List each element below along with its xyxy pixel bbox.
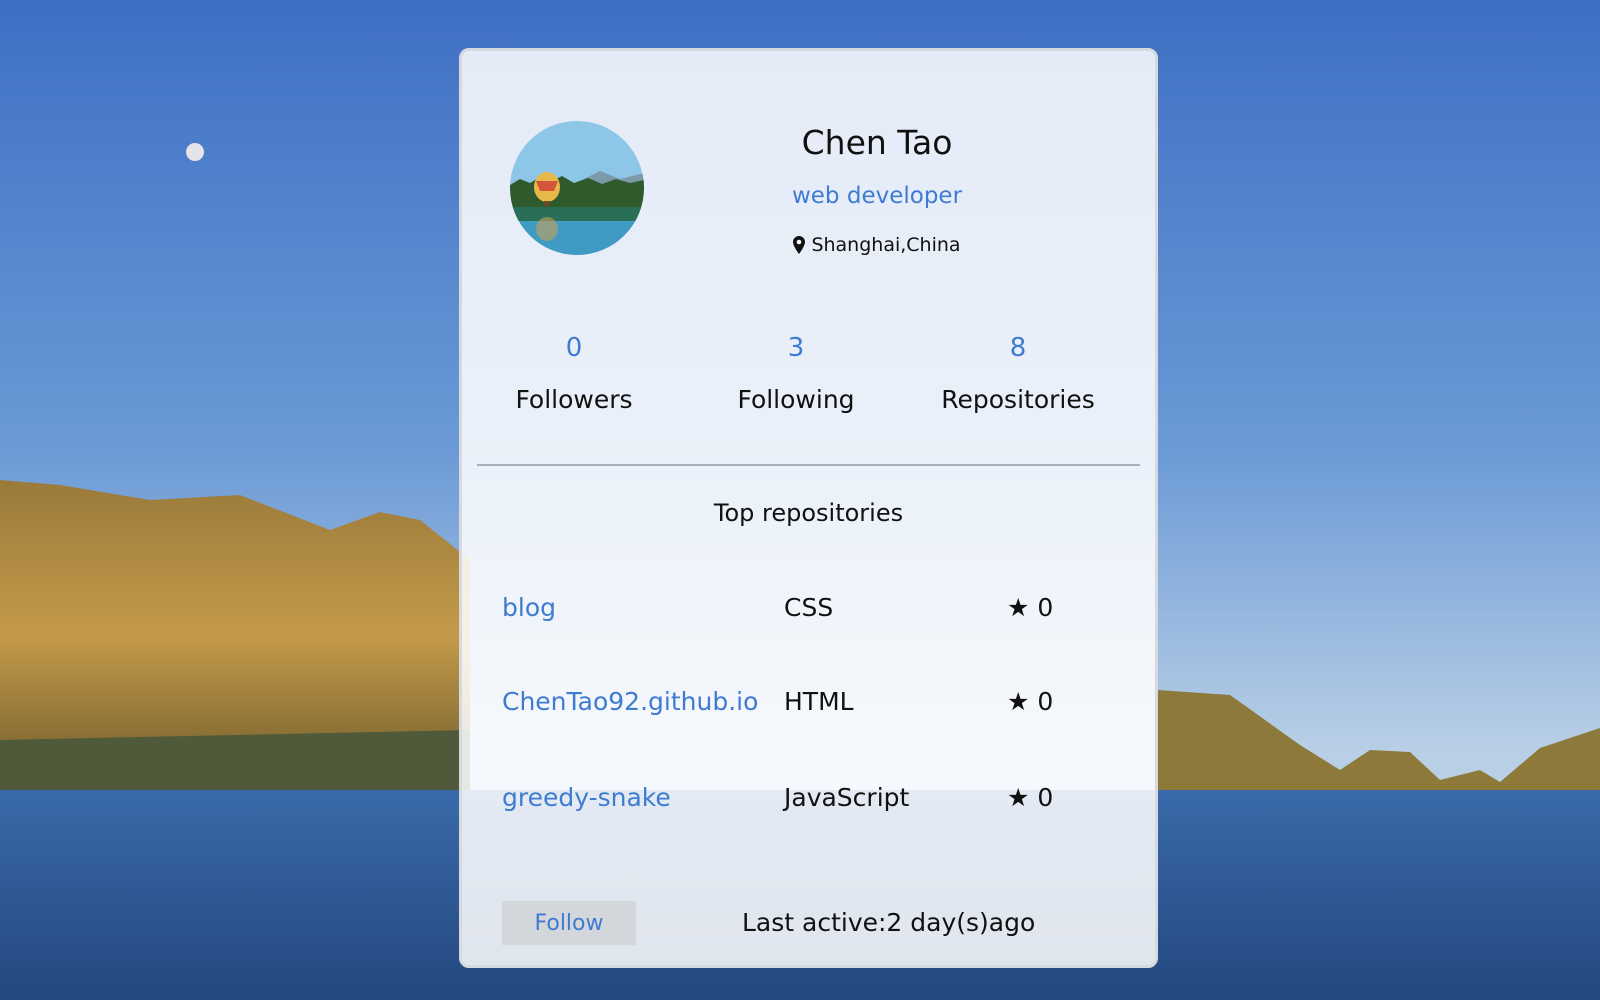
repo-language: JavaScript <box>784 783 910 812</box>
star-count: 0 <box>1037 687 1054 716</box>
stat-following[interactable]: 3 Following <box>696 333 896 414</box>
repo-stars: ★ 0 <box>1007 783 1053 812</box>
star-count: 0 <box>1037 783 1054 812</box>
profile-role: web developer <box>791 183 963 209</box>
star-icon: ★ <box>1007 687 1030 716</box>
repo-row: blog CSS ★ 0 <box>462 593 1155 633</box>
star-icon: ★ <box>1007 593 1030 622</box>
followers-count: 0 <box>565 333 583 363</box>
repo-link[interactable]: blog <box>502 593 556 622</box>
star-icon: ★ <box>1007 783 1030 812</box>
stat-repositories[interactable]: 8 Repositories <box>918 333 1118 414</box>
repo-row: greedy-snake JavaScript ★ 0 <box>462 783 1155 823</box>
divider <box>477 464 1140 466</box>
followers-label: Followers <box>515 385 633 414</box>
stat-followers[interactable]: 0 Followers <box>474 333 674 414</box>
moon <box>186 143 204 161</box>
star-count: 0 <box>1037 593 1054 622</box>
following-count: 3 <box>787 333 805 363</box>
location-text: Shanghai,China <box>811 234 961 256</box>
follow-button[interactable]: Follow <box>502 901 636 945</box>
profile-card: Chen Tao web developer Shanghai,China 0 … <box>459 48 1158 968</box>
repo-language: HTML <box>784 687 854 716</box>
repo-stars: ★ 0 <box>1007 687 1053 716</box>
repositories-count: 8 <box>1009 333 1027 363</box>
profile-location: Shanghai,China <box>712 234 1042 256</box>
repo-link[interactable]: greedy-snake <box>502 783 671 812</box>
following-label: Following <box>737 385 855 414</box>
repo-row: ChenTao92.github.io HTML ★ 0 <box>462 687 1155 727</box>
map-pin-icon <box>793 236 806 254</box>
repo-language: CSS <box>784 593 834 622</box>
avatar[interactable] <box>510 121 644 255</box>
repositories-label: Repositories <box>941 385 1095 414</box>
repo-stars: ★ 0 <box>1007 593 1053 622</box>
last-active-text: Last active:2 day(s)ago <box>742 908 1036 937</box>
profile-name: Chen Tao <box>801 123 953 162</box>
repo-link[interactable]: ChenTao92.github.io <box>502 687 758 716</box>
top-repositories-heading: Top repositories <box>713 499 904 527</box>
